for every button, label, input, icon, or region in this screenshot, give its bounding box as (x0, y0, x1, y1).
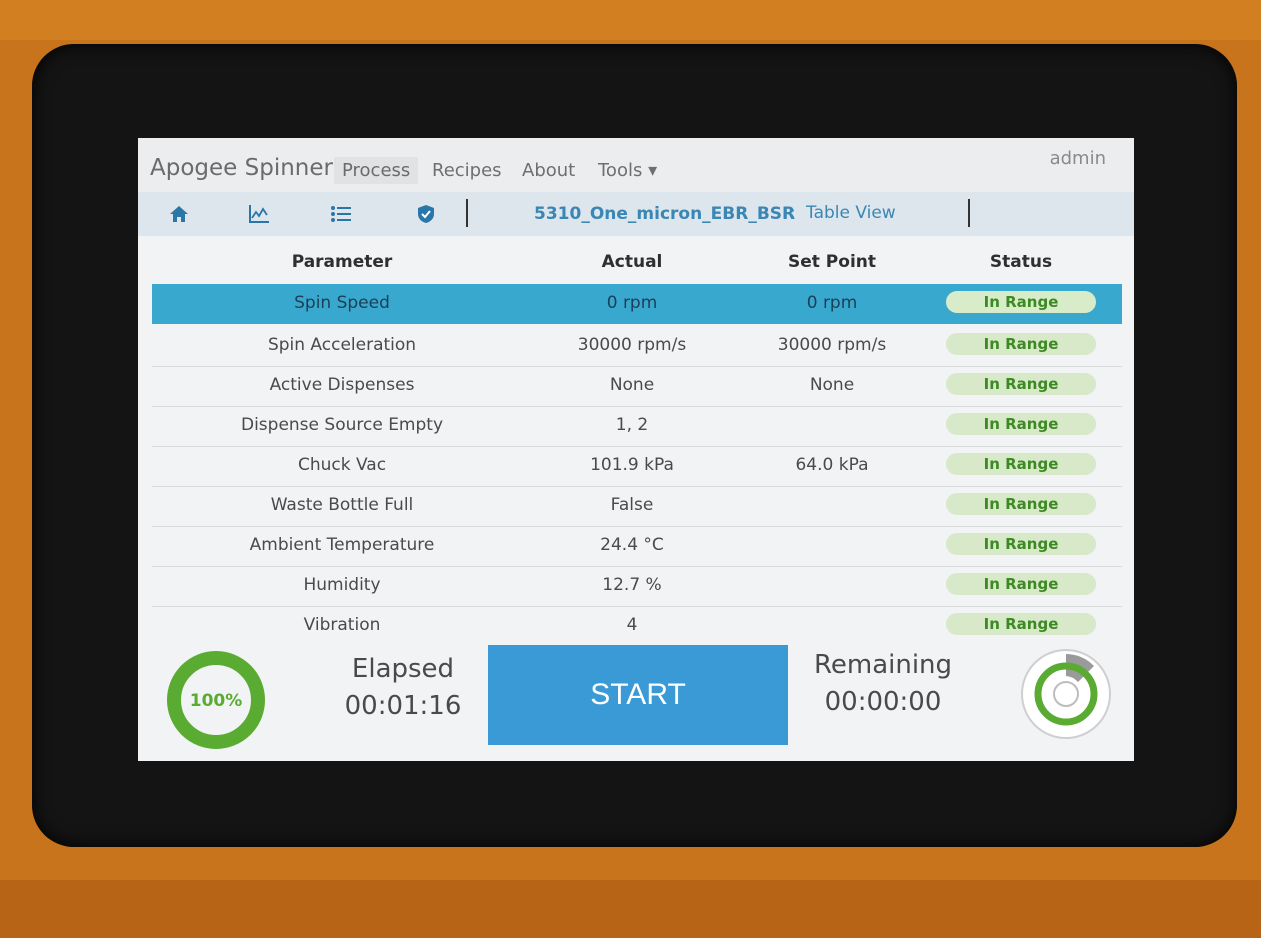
cell-parameter: Dispense Source Empty (240, 415, 444, 435)
toolbar-divider-left (466, 199, 468, 227)
view-name[interactable]: Table View (806, 203, 896, 223)
status-badge: In Range (946, 533, 1096, 555)
cell-set-point: None (809, 375, 855, 395)
cell-actual: 12.7 % (602, 575, 662, 595)
header-status: Status (989, 252, 1053, 272)
table-row[interactable]: Vibration 4 In Range (152, 606, 1122, 646)
user-name[interactable]: admin (1050, 148, 1106, 169)
table-row[interactable]: Spin Acceleration 30000 rpm/s 30000 rpm/… (152, 326, 1122, 367)
menu-about[interactable]: About (514, 157, 583, 184)
cell-set-point: 30000 rpm/s (777, 335, 887, 355)
cell-parameter: Humidity (303, 575, 381, 595)
cell-actual: None (609, 375, 655, 395)
status-badge: In Range (946, 413, 1096, 435)
elapsed-label: Elapsed (351, 654, 455, 684)
cell-parameter: Active Dispenses (269, 375, 415, 395)
status-badge: In Range (946, 453, 1096, 475)
menu-process[interactable]: Process (334, 157, 419, 184)
list-icon[interactable] (328, 201, 354, 227)
menu-bar: Apogee Spinner Process Recipes About Too… (138, 138, 1134, 192)
header-parameter: Parameter (291, 252, 393, 272)
cell-parameter: Waste Bottle Full (270, 495, 414, 515)
table-row[interactable]: Humidity 12.7 % In Range (152, 566, 1122, 607)
cell-actual: False (610, 495, 654, 515)
cell-actual: 101.9 kPa (590, 455, 674, 475)
cell-parameter: Spin Speed (294, 293, 390, 313)
status-badge: In Range (946, 333, 1096, 355)
menu-tools[interactable]: Tools ▾ (590, 157, 665, 184)
cell-parameter: Vibration (303, 615, 381, 635)
cell-actual: 30000 rpm/s (577, 335, 687, 355)
status-badge: In Range (946, 291, 1096, 313)
elapsed-time: 00:01:16 (344, 691, 462, 721)
progress-ring: 100% (166, 650, 266, 754)
app-title: Apogee Spinner (150, 155, 333, 181)
remaining-time: 00:00:00 (824, 687, 942, 717)
cell-parameter: Ambient Temperature (249, 535, 435, 555)
cell-actual: 1, 2 (615, 415, 649, 435)
header-actual: Actual (601, 252, 663, 272)
start-button[interactable]: START (488, 645, 788, 745)
cell-actual: 24.4 °C (600, 535, 664, 555)
table-row[interactable]: Chuck Vac 101.9 kPa 64.0 kPa In Range (152, 446, 1122, 487)
shield-icon[interactable] (413, 201, 439, 227)
cell-set-point: 0 rpm (806, 293, 858, 313)
table-row[interactable]: Spin Speed 0 rpm 0 rpm In Range (152, 284, 1122, 324)
recipe-name: 5310_One_micron_EBR_BSR (534, 204, 796, 224)
status-badge: In Range (946, 573, 1096, 595)
toolbar-divider-right (968, 199, 970, 227)
spin-gauge-icon (1018, 646, 1114, 746)
table-row[interactable]: Dispense Source Empty 1, 2 In Range (152, 406, 1122, 447)
menu-recipes[interactable]: Recipes (424, 157, 510, 184)
cell-parameter: Chuck Vac (297, 455, 387, 475)
remaining-label: Remaining (813, 650, 953, 680)
table-header: Parameter Actual Set Point Status (138, 242, 1134, 278)
toolbar: 5310_One_micron_EBR_BSR : Table View (138, 192, 1134, 236)
home-icon[interactable] (166, 201, 192, 227)
table-row[interactable]: Waste Bottle Full False In Range (152, 486, 1122, 527)
progress-label: 100% (190, 691, 243, 711)
table-row[interactable]: Active Dispenses None None In Range (152, 366, 1122, 407)
recipe-view-separator: : (790, 203, 796, 223)
chart-icon[interactable] (246, 201, 272, 227)
status-badge: In Range (946, 613, 1096, 635)
cell-set-point: 64.0 kPa (795, 455, 869, 475)
touch-screen: Apogee Spinner Process Recipes About Too… (138, 138, 1134, 761)
cell-actual: 4 (626, 615, 638, 635)
status-badge: In Range (946, 493, 1096, 515)
device-housing-bottom (0, 880, 1261, 938)
device-housing-top (0, 0, 1261, 40)
header-set-point: Set Point (787, 252, 876, 272)
table-row[interactable]: Ambient Temperature 24.4 °C In Range (152, 526, 1122, 567)
status-badge: In Range (946, 373, 1096, 395)
cell-actual: 0 rpm (606, 293, 658, 313)
cell-parameter: Spin Acceleration (267, 335, 417, 355)
